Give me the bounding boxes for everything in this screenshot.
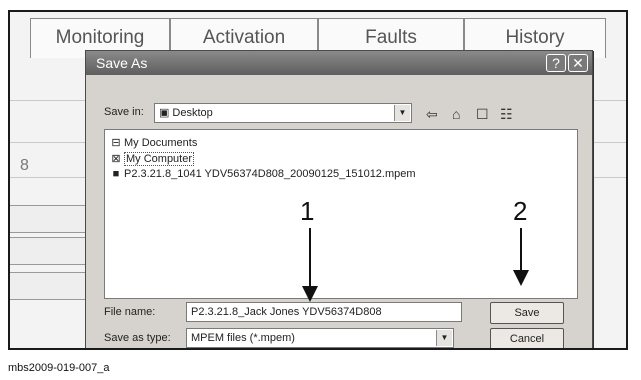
save-as-type-value: MPEM files (*.mpem) <box>191 332 295 344</box>
save-in-value: Desktop <box>172 107 213 119</box>
computer-icon: ⊠ <box>111 153 121 165</box>
save-in-dropdown[interactable]: ▣ Desktop ▼ <box>154 103 412 123</box>
up-folder-icon[interactable]: ⌂ <box>452 106 460 122</box>
callout-arrow-1 <box>302 228 318 302</box>
desktop-icon: ▣ <box>159 107 170 119</box>
file-icon: ■ <box>112 168 120 180</box>
save-as-type-label: Save as type: <box>104 332 171 344</box>
figure-frame: Monitoring Activation Faults History 8 S… <box>8 10 628 350</box>
save-in-label: Save in: <box>104 106 144 118</box>
chevron-down-icon: ▼ <box>436 330 452 346</box>
background-tab-bar: Monitoring Activation Faults History <box>10 12 626 58</box>
list-item[interactable]: ⊟ My Documents <box>109 136 197 149</box>
cancel-button[interactable]: Cancel <box>490 328 564 348</box>
chevron-down-icon: ▼ <box>394 105 410 121</box>
callout-2: 2 <box>513 196 528 226</box>
filename-input[interactable]: P2.3.21.8_Jack Jones YDV56374D808 <box>186 302 462 322</box>
background-row <box>10 272 90 300</box>
figure-caption: mbs2009-019-007_a <box>8 362 110 374</box>
save-button[interactable]: Save <box>490 302 564 324</box>
new-folder-icon[interactable]: ☐ <box>476 106 489 123</box>
file-list[interactable]: ⊟ My Documents ⊠ My Computer ■ P2.3.21.8_10… <box>104 129 578 299</box>
background-row <box>10 205 90 233</box>
callout-arrow-2 <box>513 228 529 286</box>
callout-1: 1 <box>300 196 315 226</box>
close-button[interactable]: ✕ <box>568 54 588 72</box>
help-button[interactable]: ? <box>546 54 566 72</box>
background-row <box>10 237 90 265</box>
dialog-title: Save As <box>96 55 148 71</box>
background-value: 8 <box>20 157 29 174</box>
folder-icon: ⊟ <box>111 137 121 149</box>
list-item[interactable]: ■ P2.3.21.8_1041 YDV56374D808_20090125_15… <box>109 168 416 180</box>
dialog-titlebar[interactable]: Save As ? ✕ <box>86 51 592 75</box>
back-arrow-icon[interactable]: ⇦ <box>426 106 438 123</box>
list-item[interactable]: ⊠ My Computer <box>109 152 195 166</box>
save-as-type-dropdown[interactable]: MPEM files (*.mpem) ▼ <box>186 328 454 348</box>
filename-label: File name: <box>104 306 156 318</box>
view-menu-icon[interactable]: ☷ <box>500 106 513 123</box>
